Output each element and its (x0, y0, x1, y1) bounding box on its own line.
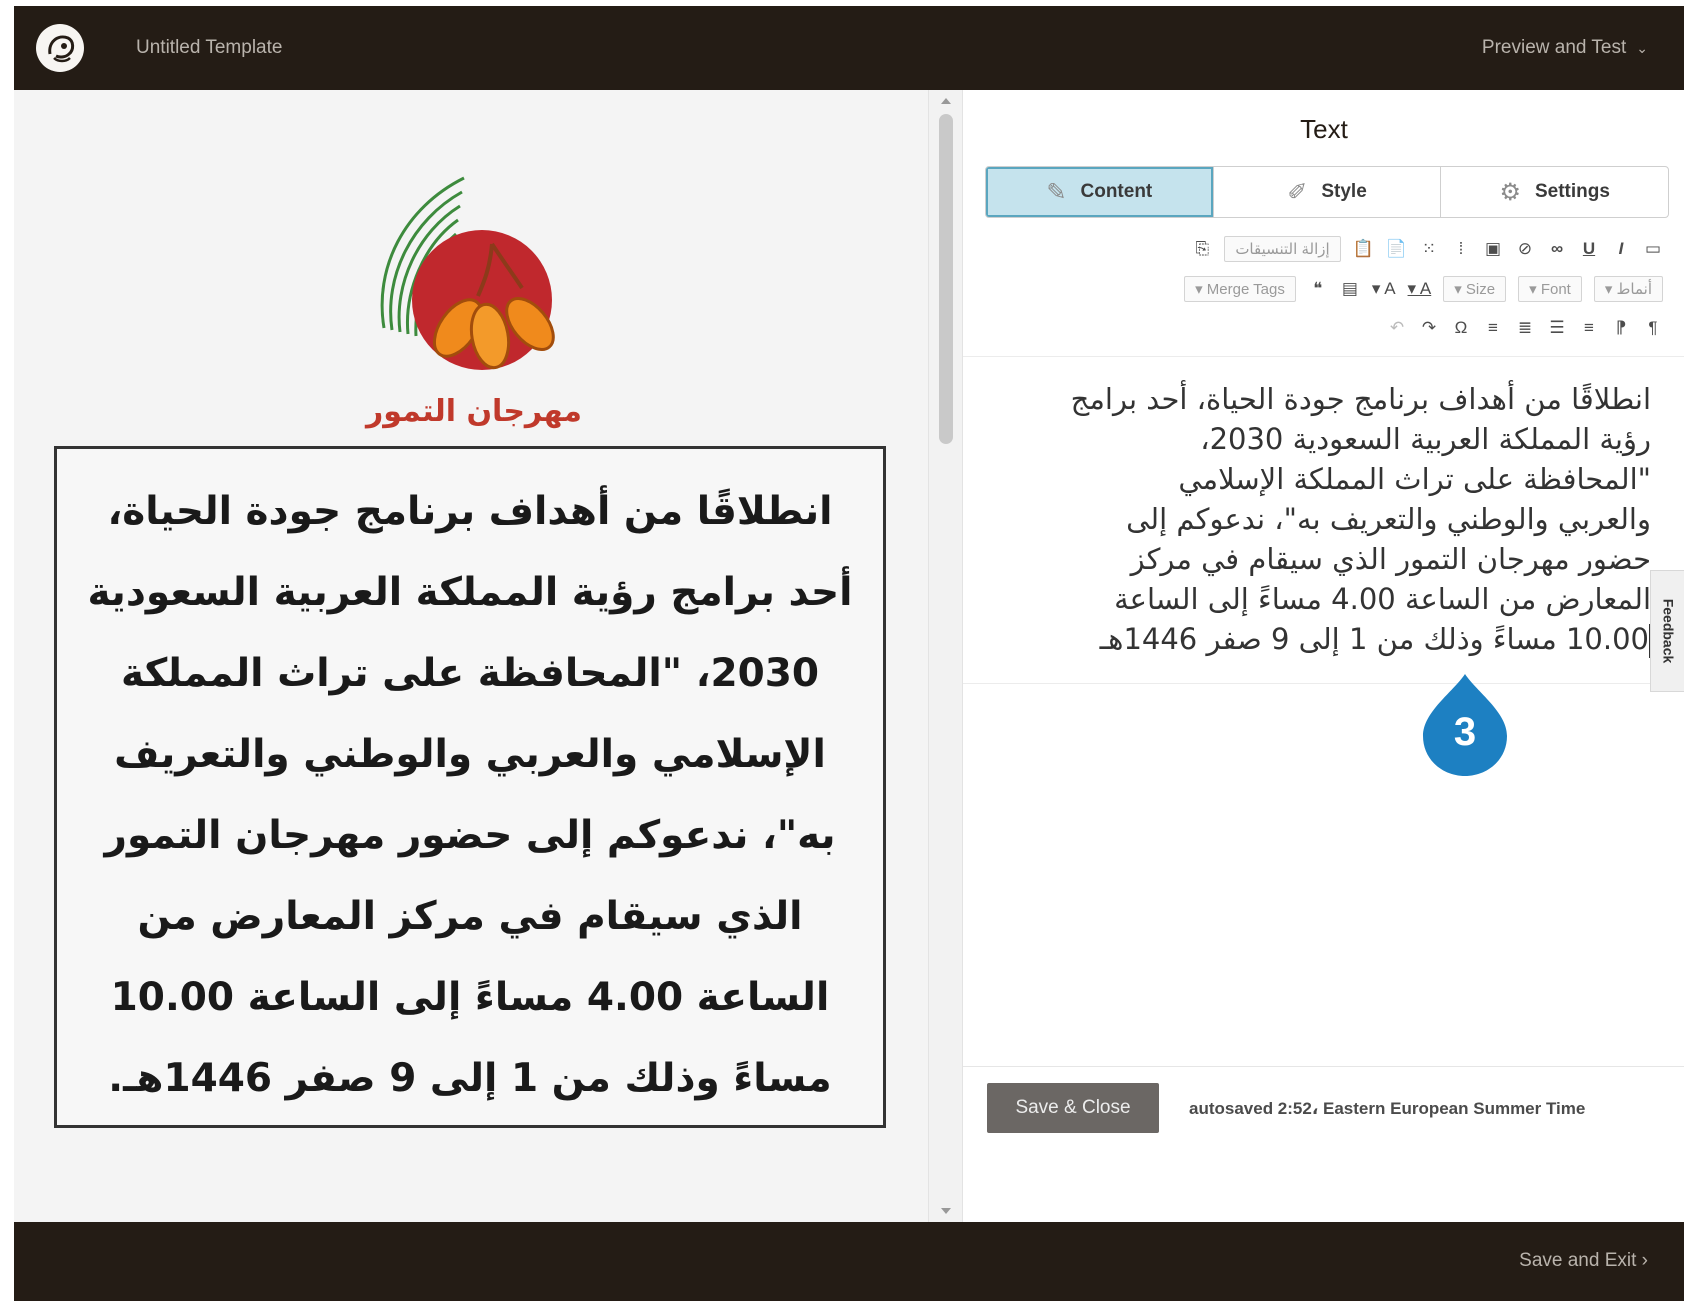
table-icon[interactable]: ▤ (1340, 277, 1360, 301)
image-icon[interactable]: ▣ (1483, 237, 1503, 261)
styles-label: أنماط (1616, 281, 1652, 298)
save-exit-label: Save and Exit (1519, 1250, 1637, 1271)
step-number: 3 (1453, 710, 1477, 754)
panel-tabs: ✎ Content ✐ Style ⚙ Settings (985, 166, 1669, 218)
toolbar-row-2: ▾ Merge Tags ❝ ▤ ▾ A ▾ A ▾ Size ▾ Font ▾… (1184, 276, 1663, 302)
italic-icon[interactable]: I (1611, 237, 1631, 261)
align-left-icon[interactable]: ≡ (1579, 316, 1599, 340)
editor-line: والعربي والوطني والتعريف به"، ندعوكم إلى (1126, 502, 1651, 536)
save-and-close-button[interactable]: Save & Close (987, 1083, 1159, 1133)
size-label: Size (1465, 280, 1496, 298)
editor-line: رؤية المملكة العربية السعودية 2030، (1200, 422, 1651, 456)
bulleted-list-icon[interactable]: ⁙ (1419, 237, 1439, 261)
text-color-icon[interactable]: ▾ A (1408, 277, 1432, 301)
remove-format-button[interactable]: إزالة التنسيقات (1224, 236, 1341, 262)
font-dropdown[interactable]: ▾ Font (1518, 276, 1582, 302)
align-center-icon[interactable]: ☰ (1547, 316, 1567, 340)
undo-icon[interactable]: ↶ (1387, 316, 1407, 340)
editor-line: 10.00 مساءً وذلك من 1 إلى 9 صفر 1446هـ (1099, 622, 1649, 656)
preview-label: Preview and Test (1481, 37, 1627, 58)
save-and-exit-button[interactable]: Save and Exit › (1519, 1250, 1648, 1272)
tab-content[interactable]: ✎ Content (986, 167, 1214, 217)
redo-icon[interactable]: ↷ (1419, 316, 1439, 340)
merge-tags-label: Merge Tags (1206, 280, 1285, 298)
ltr-icon[interactable]: ¶ (1643, 316, 1663, 340)
gear-icon: ⚙ (1499, 178, 1521, 206)
justify-icon[interactable]: ≡ (1483, 316, 1503, 340)
panel-footer: Save & Close autosaved 2:52، Eastern Eur… (963, 1066, 1684, 1223)
paste-text-icon[interactable]: 📄 (1386, 237, 1407, 261)
feedback-label: Feedback (1660, 598, 1676, 664)
tab-content-label: Content (1080, 181, 1153, 202)
unlink-icon[interactable]: ⊘ (1515, 237, 1535, 261)
festival-name: مهرجان التمور (366, 394, 582, 429)
rich-text-editor[interactable]: انطلاقًا من أهداف برنامج جودة الحياة، أح… (963, 356, 1684, 684)
bottom-bar: Save and Exit › (14, 1222, 1684, 1301)
tab-style-label: Style (1321, 181, 1367, 202)
scroll-up-icon[interactable] (941, 98, 951, 104)
font-label: Font (1540, 280, 1571, 298)
merge-tags-dropdown[interactable]: ▾ Merge Tags (1184, 276, 1296, 302)
bold-icon[interactable]: ▭ (1643, 237, 1663, 261)
template-title[interactable]: Untitled Template (136, 37, 282, 59)
brush-icon: ✐ (1287, 178, 1308, 206)
toolbar-row-3: ↶ ↷ Ω ≡ ≣ ☰ ≡ ⁋ ¶ (1387, 316, 1663, 340)
block-quote-icon[interactable]: ❝ (1308, 277, 1328, 301)
festival-logo-image[interactable] (354, 158, 594, 428)
align-right-icon[interactable]: ≣ (1515, 316, 1535, 340)
panel-title: Text (1300, 114, 1348, 144)
top-bar: Untitled Template Preview and Test ⌄ (14, 6, 1684, 90)
canvas-scrollbar[interactable] (928, 90, 963, 1222)
editor-line: "المحافظة على تراث المملكة الإسلامي (1178, 462, 1651, 496)
feedback-tab[interactable]: Feedback (1650, 570, 1684, 692)
text-block-content: انطلاقًا من أهداف برنامج جودة الحياة، أح… (87, 489, 853, 1101)
scroll-down-icon[interactable] (941, 1208, 951, 1214)
editor-panel: Text ✎ Content ✐ Style ⚙ Settings ⎘ إزال… (962, 90, 1684, 1222)
autosave-status: autosaved 2:52، Eastern European Summer … (1189, 1099, 1586, 1118)
app-window: Untitled Template Preview and Test ⌄ مهر… (14, 6, 1684, 1301)
numbered-list-icon[interactable]: ⁞ (1451, 237, 1471, 261)
paste-icon[interactable]: 📋 (1353, 237, 1374, 261)
editor-line: انطلاقًا من أهداف برنامج جودة الحياة، أح… (1070, 382, 1651, 416)
editor-last-line: 10.00 مساءً وذلك من 1 إلى 9 صفر 1446هـ (991, 619, 1651, 659)
chevron-right-icon: › (1641, 1250, 1648, 1271)
source-icon[interactable]: ⎘ (1192, 237, 1212, 261)
step-callout-marker: 3 (1415, 670, 1515, 780)
pencil-icon: ✎ (1046, 178, 1067, 206)
tab-style[interactable]: ✐ Style (1214, 167, 1442, 217)
styles-dropdown[interactable]: ▾ أنماط (1593, 276, 1663, 302)
email-canvas: مهرجان التمور انطلاقًا من أهداف برنامج ج… (14, 90, 928, 1222)
preview-and-test-button[interactable]: Preview and Test ⌄ (1482, 37, 1648, 59)
special-char-icon[interactable]: Ω (1451, 316, 1471, 340)
editor-line: المعارض من الساعة 4.00 مساءً إلى الساعة (1114, 582, 1651, 616)
underline-icon[interactable]: U (1579, 237, 1599, 261)
toolbar-row-1: ⎘ إزالة التنسيقات 📋 📄 ⁙ ⁞ ▣ ⊘ ∞ U I ▭ (1192, 236, 1663, 262)
tab-settings-label: Settings (1534, 181, 1610, 202)
background-color-icon[interactable]: ▾ A (1372, 277, 1396, 301)
editor-line: حضور مهرجان التمور الذي سيقام في مركز (1130, 542, 1651, 576)
scrollbar-thumb[interactable] (939, 114, 953, 444)
tab-settings[interactable]: ⚙ Settings (1441, 167, 1668, 217)
freddie-logo-icon[interactable] (36, 24, 84, 72)
rtl-icon[interactable]: ⁋ (1611, 316, 1631, 340)
chevron-down-icon: ⌄ (1636, 40, 1648, 56)
text-block[interactable]: انطلاقًا من أهداف برنامج جودة الحياة، أح… (54, 446, 886, 1128)
link-icon[interactable]: ∞ (1547, 237, 1567, 261)
editor-content[interactable]: انطلاقًا من أهداف برنامج جودة الحياة، أح… (991, 379, 1651, 659)
size-dropdown[interactable]: ▾ Size (1443, 276, 1507, 302)
